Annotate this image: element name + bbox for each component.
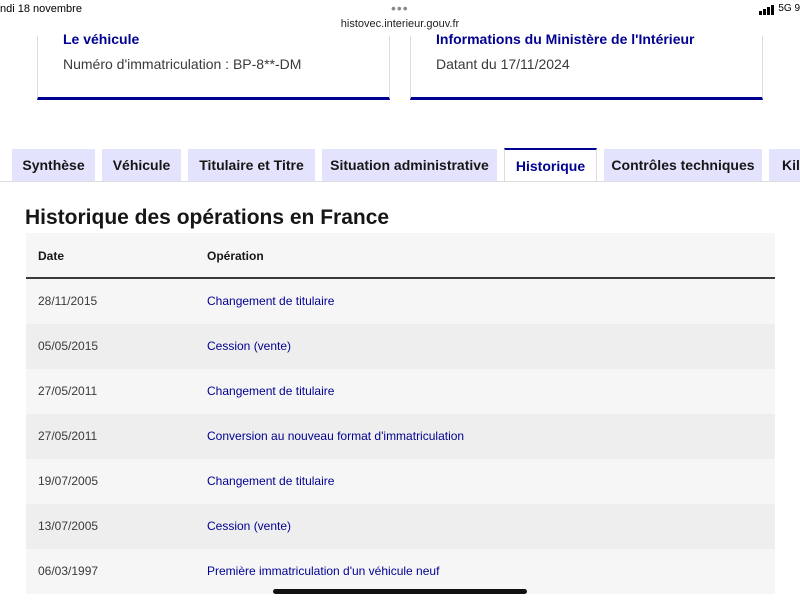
row-date: 13/07/2005 — [38, 519, 99, 533]
row-date: 27/05/2011 — [38, 384, 98, 398]
table-row: 28/11/2015 Changement de titulaire — [26, 279, 775, 324]
tab-titulaire-et-titre[interactable]: Titulaire et Titre — [188, 149, 315, 181]
table-row: 13/07/2005 Cession (vente) — [26, 504, 775, 549]
vehicle-card: Le véhicule Numéro d'immatriculation : B… — [37, 31, 390, 100]
row-operation: Changement de titulaire — [207, 294, 335, 308]
tab-kilometrage[interactable]: Kilo — [769, 149, 800, 181]
row-operation: Changement de titulaire — [207, 474, 335, 488]
ministry-info-date: Datant du 17/11/2024 — [436, 56, 570, 72]
row-date: 05/05/2015 — [38, 339, 99, 353]
status-indicators: 5G 9 — [759, 3, 800, 15]
row-operation: Conversion au nouveau format d'immatricu… — [207, 429, 465, 443]
table-row: 06/03/1997 Première immatriculation d'un… — [26, 549, 775, 594]
row-date: 27/05/2011 — [38, 429, 98, 443]
tab-historique[interactable]: Historique — [504, 148, 597, 182]
table-row: 19/07/2005 Changement de titulaire — [26, 459, 775, 504]
tab-vehicule[interactable]: Véhicule — [102, 149, 181, 181]
row-operation: Cession (vente) — [207, 339, 292, 353]
tab-synthese[interactable]: Synthèse — [12, 149, 95, 181]
network-label: 5G — [778, 3, 792, 14]
operations-table: Date Opération 28/11/2015 Changement de … — [26, 233, 775, 594]
vehicle-card-plate: Numéro d'immatriculation : BP-8**-DM — [63, 56, 302, 72]
signal-icon — [759, 4, 775, 15]
status-time: ndi 18 novembre — [0, 3, 82, 15]
table-header: Date Opération — [26, 233, 775, 279]
row-date: 06/03/1997 — [38, 564, 99, 578]
battery-label: 9 — [794, 3, 800, 14]
tab-controles-techniques[interactable]: Contrôles techniques — [604, 149, 762, 181]
section-title: Historique des opérations en France — [25, 206, 390, 229]
row-operation: Cession (vente) — [207, 519, 292, 533]
tab-situation-administrative[interactable]: Situation administrative — [322, 149, 497, 181]
tab-panel-divider — [0, 181, 800, 182]
row-operation: Première immatriculation d'un véhicule n… — [207, 564, 440, 578]
ministry-info-title: Informations du Ministère de l'Intérieur — [436, 31, 695, 47]
more-dots-icon[interactable]: ••• — [391, 0, 409, 16]
home-indicator[interactable] — [273, 589, 527, 594]
row-date: 28/11/2015 — [38, 294, 98, 308]
column-header-operation: Opération — [207, 249, 264, 263]
column-header-date: Date — [38, 249, 65, 263]
table-row: 27/05/2011 Changement de titulaire — [26, 369, 775, 414]
row-operation: Changement de titulaire — [207, 384, 335, 398]
address-bar-url[interactable]: histovec.interieur.gouv.fr — [0, 18, 800, 30]
table-row: 27/05/2011 Conversion au nouveau format … — [26, 414, 775, 459]
table-row: 05/05/2015 Cession (vente) — [26, 324, 775, 369]
tab-list: Synthèse Véhicule Titulaire et Titre Sit… — [0, 148, 800, 182]
vehicle-card-title: Le véhicule — [63, 31, 140, 47]
row-date: 19/07/2005 — [38, 474, 99, 488]
ministry-info-card: Informations du Ministère de l'Intérieur… — [410, 31, 763, 100]
